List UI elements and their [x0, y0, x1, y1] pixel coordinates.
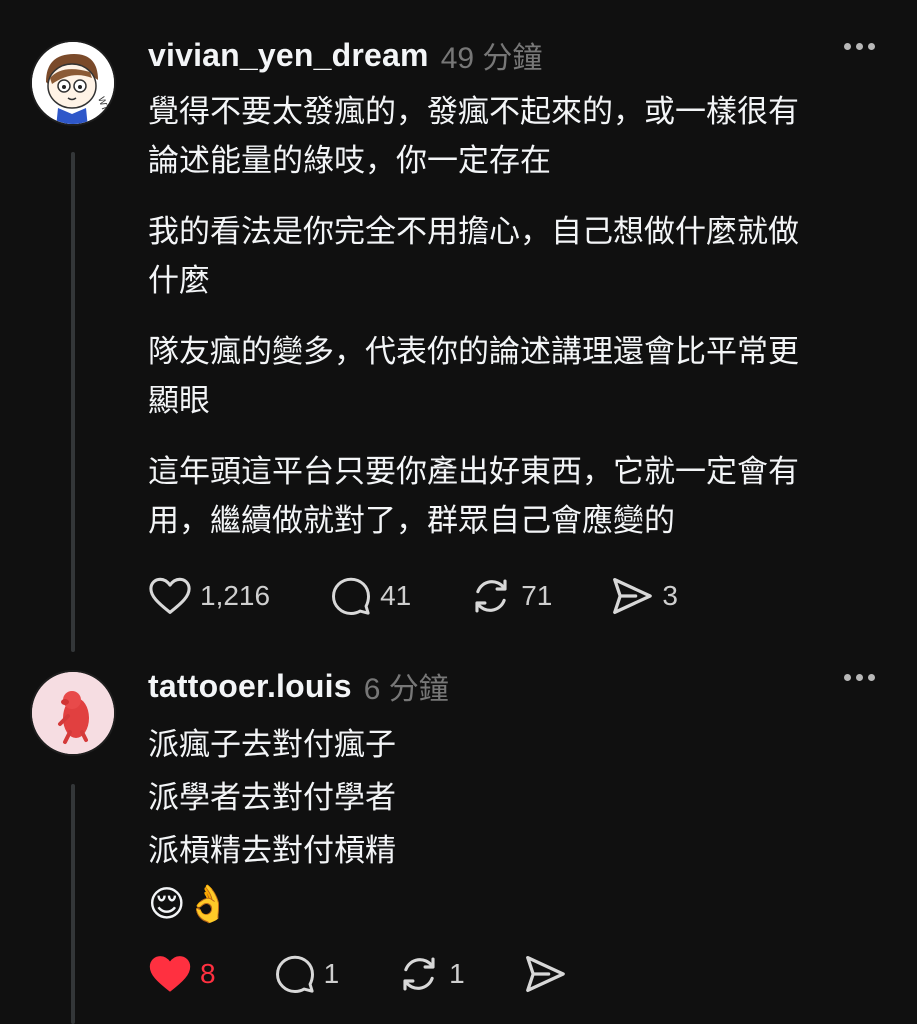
avatar-illustration: WTF [32, 42, 114, 124]
paragraph: 隊友瘋的變多，代表你的論述講理還會比平常更 顯眼 [148, 327, 888, 425]
share-button[interactable]: 3 [610, 576, 678, 616]
heart-icon [149, 577, 191, 614]
text-line: 我的看法是你完全不用擔心，自己想做什麼就做 [148, 214, 799, 249]
avatar[interactable] [30, 670, 116, 756]
paragraph: 這年頭這平台只要你產出好東西，它就一定會有 用，繼續做就對了，群眾自己會應變的 [148, 447, 888, 545]
share-icon [613, 578, 653, 614]
action-bar: 1,216 41 71 3 [148, 574, 678, 618]
text-line: 派學者去對付學者 [148, 780, 396, 815]
text-line: 隊友瘋的變多，代表你的論述講理還會比平常更 [148, 334, 799, 369]
username[interactable]: tattooer.louis [148, 668, 352, 705]
text-line: 用，繼續做就對了，群眾自己會應變的 [148, 503, 675, 538]
timestamp: 49 分鐘 [440, 42, 543, 75]
text-line: 什麼 [148, 263, 210, 298]
text-line: 論述能量的綠吱，你一定存在 [148, 143, 551, 178]
action-bar: 8 1 1 [148, 952, 567, 996]
share-count: 3 [662, 580, 678, 611]
share-button[interactable] [523, 954, 567, 994]
comment-button[interactable]: 1 [274, 953, 340, 995]
comment-count: 41 [380, 580, 412, 611]
comment-icon [275, 955, 314, 993]
more-icon[interactable] [844, 43, 875, 50]
comment-count: 1 [323, 958, 340, 989]
repost-button[interactable]: 1 [397, 953, 465, 995]
repost-icon [403, 957, 435, 991]
emoji-line: 😌👌 [148, 883, 231, 924]
like-count: 1,216 [200, 580, 271, 611]
avatar[interactable]: WTF [30, 40, 116, 126]
post-header: tattooer.louis 6 分鐘 [148, 666, 887, 706]
text-line: 覺得不要太發瘋的，發瘋不起來的，或一樣很有 [148, 94, 799, 129]
heart-icon [149, 956, 191, 992]
text-line: 顯眼 [148, 383, 210, 418]
repost-count: 1 [449, 958, 465, 989]
comment-icon [332, 577, 371, 615]
like-button[interactable]: 8 [148, 954, 216, 994]
text-line: 這年頭這平台只要你產出好東西，它就一定會有 [148, 454, 799, 489]
comment-button[interactable]: 41 [330, 575, 411, 617]
paragraph: 我的看法是你完全不用擔心，自己想做什麼就做 什麼 [148, 207, 888, 305]
repost-button[interactable]: 71 [469, 575, 552, 617]
timestamp: 6 分鐘 [363, 673, 449, 706]
text-line: 派槓精去對付槓精 [148, 833, 396, 868]
post-body: 覺得不要太發瘋的，發瘋不起來的，或一樣很有 論述能量的綠吱，你一定存在 我的看法… [148, 87, 888, 567]
repost-count: 71 [521, 580, 553, 611]
post-body: 派瘋子去對付瘋子 派學者去對付學者 派槓精去對付槓精 😌👌 [148, 718, 888, 930]
avatar-illustration [32, 672, 114, 754]
like-count: 8 [200, 958, 216, 989]
text-line: 派瘋子去對付瘋子 [148, 727, 396, 762]
repost-icon [475, 579, 507, 613]
username[interactable]: vivian_yen_dream [148, 37, 429, 74]
more-icon[interactable] [844, 674, 875, 681]
post-header: vivian_yen_dream 49 分鐘 [148, 35, 887, 75]
thread-line [71, 784, 75, 1024]
paragraph: 覺得不要太發瘋的，發瘋不起來的，或一樣很有 論述能量的綠吱，你一定存在 [148, 87, 888, 185]
thread-line [71, 152, 75, 652]
like-button[interactable]: 1,216 [148, 576, 270, 616]
share-icon [525, 956, 565, 992]
